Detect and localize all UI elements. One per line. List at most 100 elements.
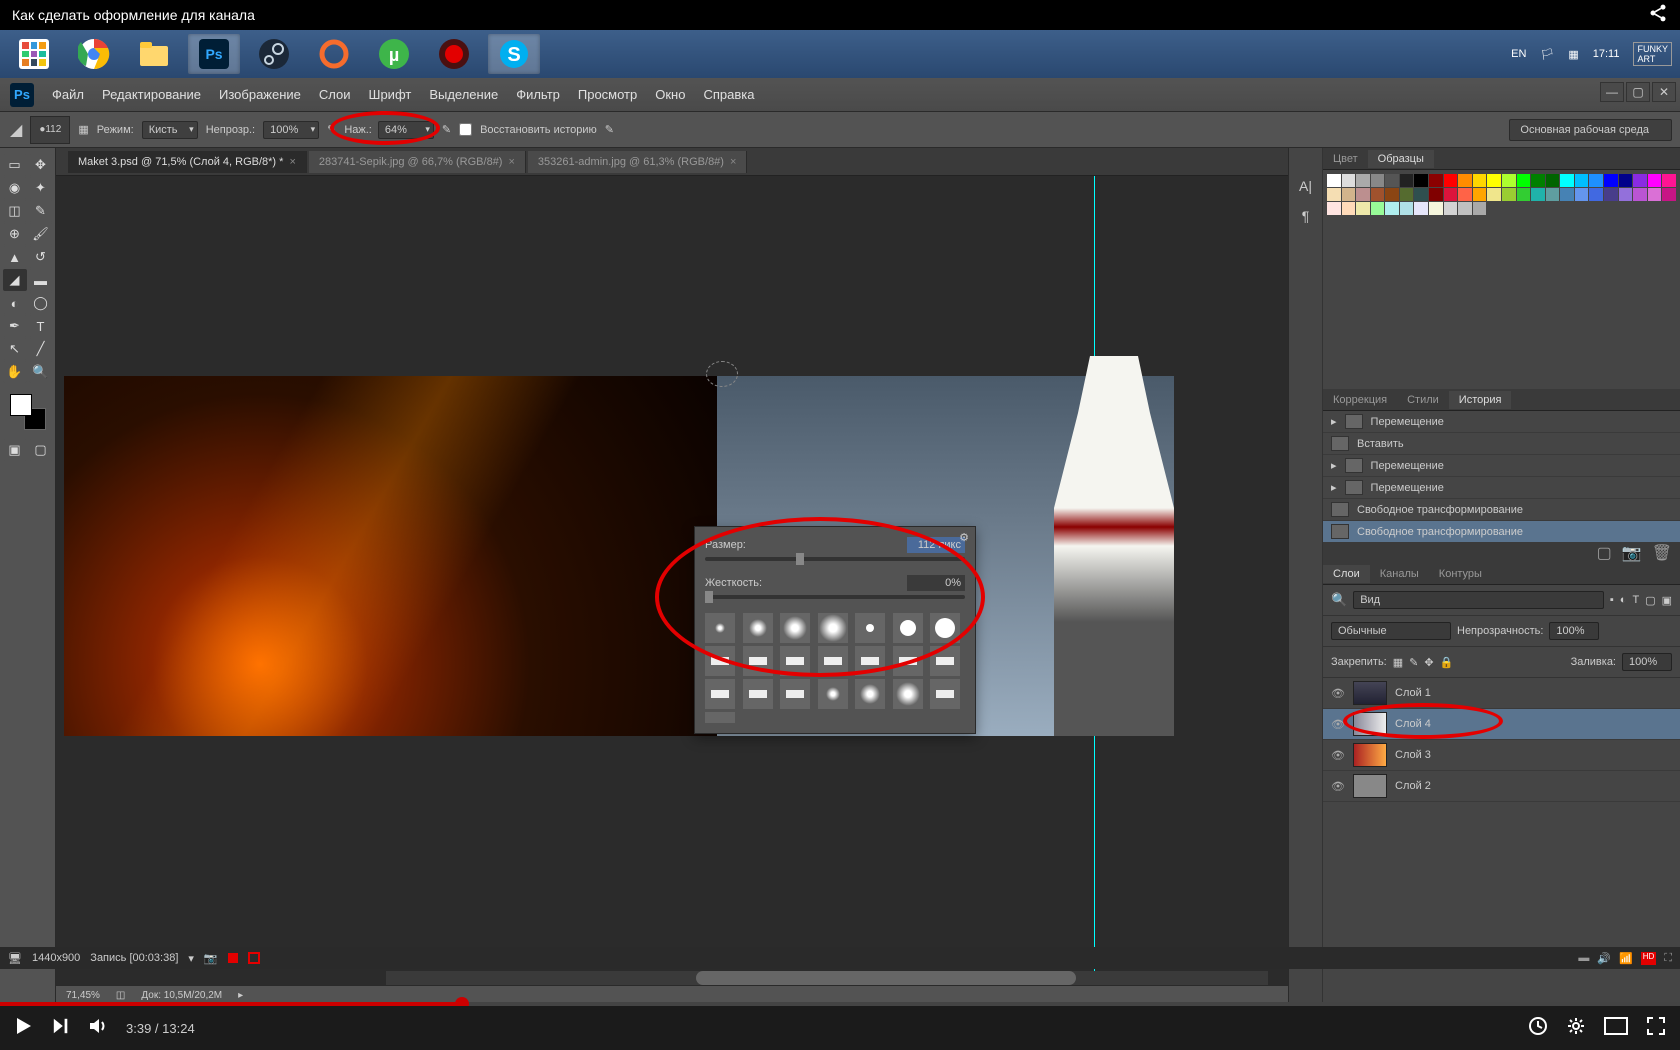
pressure-opacity-icon[interactable]: ✎ [327, 123, 336, 136]
lock-pixels-icon[interactable]: ▦ [1393, 656, 1403, 669]
blend-mode-dropdown[interactable]: Обычные [1331, 622, 1451, 640]
volume-button[interactable] [88, 1016, 108, 1041]
heal-tool[interactable]: ⊕ [3, 223, 27, 245]
color-swatches[interactable] [10, 394, 46, 430]
correction-tab[interactable]: Коррекция [1323, 391, 1397, 409]
move-tool[interactable]: ✥ [29, 154, 53, 176]
swatch[interactable] [1648, 174, 1662, 187]
swatch[interactable] [1458, 202, 1472, 215]
layer-item[interactable]: 👁Слой 2 [1323, 771, 1680, 802]
swatch[interactable] [1589, 188, 1603, 201]
record-button[interactable] [228, 953, 238, 963]
pressure-size-icon[interactable]: ✎ [605, 123, 614, 136]
watch-later-button[interactable] [1528, 1016, 1548, 1041]
airbrush-icon[interactable]: ✎ [442, 123, 451, 136]
menu-layer[interactable]: Слои [319, 87, 351, 102]
swatches-tab[interactable]: Образцы [1368, 150, 1434, 168]
opacity-dropdown[interactable]: 100% [263, 121, 319, 139]
crop-tool[interactable]: ◫ [3, 200, 27, 222]
brush-preset[interactable] [780, 646, 810, 676]
swatch[interactable] [1517, 174, 1531, 187]
flag-icon[interactable]: 🏳 [1540, 48, 1554, 61]
swatch[interactable] [1619, 174, 1633, 187]
brush-preset[interactable] [893, 679, 923, 709]
swatch[interactable] [1473, 174, 1487, 187]
layer-item[interactable]: 👁Слой 3 [1323, 740, 1680, 771]
brush-preset[interactable] [705, 679, 735, 709]
tray-battery-icon[interactable]: ▬ [1578, 952, 1589, 965]
history-item[interactable]: Вставить [1323, 433, 1680, 455]
tab-close-icon[interactable]: × [730, 156, 736, 168]
styles-tab[interactable]: Стили [1397, 391, 1449, 409]
swatch[interactable] [1517, 188, 1531, 201]
eye-icon[interactable]: 👁 [1331, 687, 1345, 700]
history-brush-tool[interactable]: ↺ [29, 246, 53, 268]
tray-fullscreen-icon[interactable]: ⛶ [1664, 952, 1672, 965]
swatch[interactable] [1662, 188, 1676, 201]
chrome-icon[interactable] [68, 34, 120, 74]
filter-adjust-icon[interactable]: ◐ [1620, 594, 1627, 606]
brush-size-preview[interactable]: ●112 [30, 116, 70, 144]
swatch[interactable] [1473, 188, 1487, 201]
brush-preset[interactable] [855, 646, 885, 676]
brush-preset[interactable] [780, 613, 810, 643]
tray-hd-icon[interactable]: HD [1641, 952, 1657, 965]
brush-preset[interactable] [818, 679, 848, 709]
swatch[interactable] [1327, 174, 1341, 187]
eye-icon[interactable]: 👁 [1331, 749, 1345, 762]
swatch[interactable] [1444, 202, 1458, 215]
brush-size-slider[interactable] [705, 557, 965, 561]
explorer-icon[interactable] [128, 34, 180, 74]
filter-shape-icon[interactable]: ▢ [1645, 594, 1655, 607]
swatch[interactable] [1648, 188, 1662, 201]
swatch[interactable] [1487, 174, 1501, 187]
brush-preset[interactable] [930, 646, 960, 676]
start-button[interactable] [8, 34, 60, 74]
brush-preset[interactable] [743, 679, 773, 709]
brush-preset[interactable] [930, 679, 960, 709]
swatch[interactable] [1327, 202, 1341, 215]
pen-tool[interactable]: ✒ [3, 315, 27, 337]
brush-preset[interactable] [743, 613, 773, 643]
fullscreen-button[interactable] [1646, 1016, 1666, 1041]
menu-filter[interactable]: Фильтр [516, 87, 560, 102]
flow-dropdown[interactable]: 64% [378, 121, 434, 139]
menu-file[interactable]: Файл [52, 87, 84, 102]
swatch[interactable] [1546, 174, 1560, 187]
h-scrollbar[interactable] [386, 971, 1268, 985]
chevron-right-icon[interactable]: ▸ [238, 990, 243, 1001]
swatch[interactable] [1560, 174, 1574, 187]
swatch[interactable] [1458, 188, 1472, 201]
tray-icon[interactable]: ▦ [1568, 48, 1578, 61]
history-item[interactable]: ▸Перемещение [1323, 455, 1680, 477]
lock-all-icon[interactable]: 🔒 [1440, 656, 1454, 669]
swatch[interactable] [1531, 188, 1545, 201]
zoom-level[interactable]: 71,45% [66, 990, 100, 1001]
dodge-tool[interactable]: ◯ [29, 292, 53, 314]
swatch[interactable] [1560, 188, 1574, 201]
swatch[interactable] [1400, 188, 1414, 201]
brush-preset[interactable] [705, 712, 735, 723]
swatch[interactable] [1604, 188, 1618, 201]
channels-tab[interactable]: Каналы [1370, 565, 1429, 583]
swatch[interactable] [1356, 188, 1370, 201]
next-button[interactable] [52, 1017, 70, 1040]
maximize-button[interactable]: ▢ [1626, 82, 1650, 102]
brush-preset[interactable] [893, 646, 923, 676]
history-item[interactable]: ▸Перемещение [1323, 411, 1680, 433]
swatch[interactable] [1385, 202, 1399, 215]
menu-select[interactable]: Выделение [429, 87, 498, 102]
history-item[interactable]: Свободное трансформирование [1323, 499, 1680, 521]
swatch[interactable] [1327, 188, 1341, 201]
brush-preset[interactable]: 25 [743, 712, 773, 723]
menu-help[interactable]: Справка [703, 87, 754, 102]
swatch[interactable] [1385, 188, 1399, 201]
trash-icon[interactable]: 🗑 [1652, 543, 1672, 563]
swatch[interactable] [1575, 188, 1589, 201]
filter-pixel-icon[interactable]: ▪ [1610, 594, 1614, 606]
canvas-area[interactable]: ⚙ Размер: Жесткость: [56, 176, 1288, 985]
quickmask-icon[interactable]: ▣ [3, 439, 27, 461]
layer-filter-dropdown[interactable]: Вид [1353, 591, 1604, 609]
history-item[interactable]: Свободное трансформирование [1323, 521, 1680, 543]
layer-opacity-input[interactable]: 100% [1549, 622, 1599, 640]
